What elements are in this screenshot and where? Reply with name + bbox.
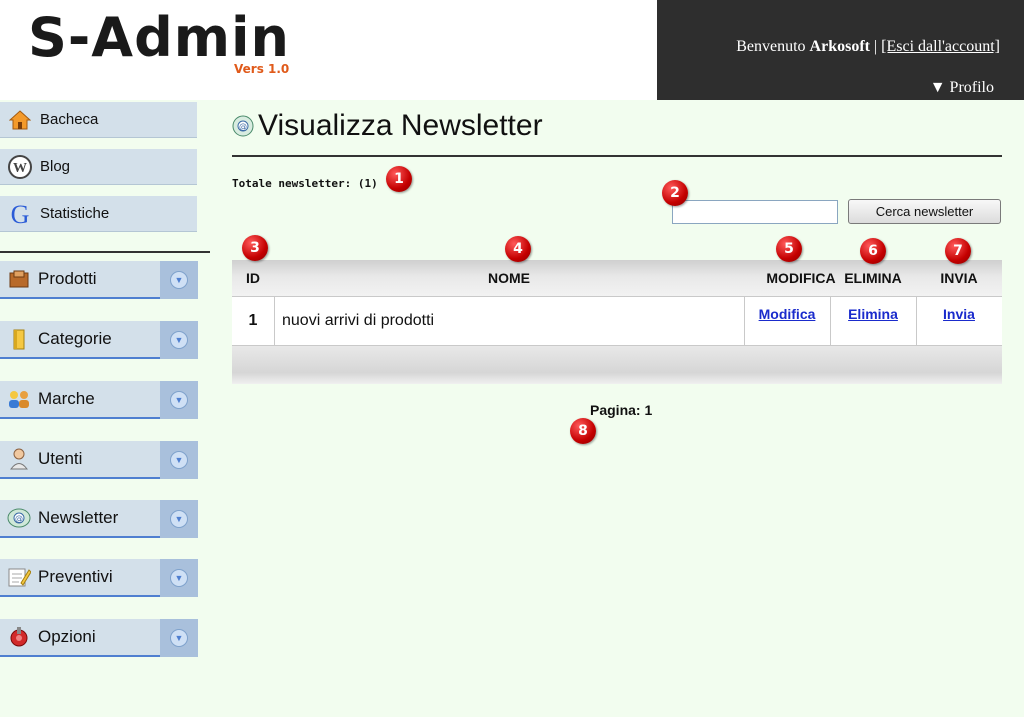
expand-toggle[interactable]: ▼: [160, 261, 198, 299]
page-title: @ Visualizza Newsletter: [232, 109, 543, 143]
sidebar-item-marche[interactable]: Marche ▼: [0, 381, 198, 419]
cell-modifica: Modifica: [744, 297, 830, 345]
sidebar-item-bar[interactable]: @ Newsletter: [0, 500, 165, 538]
options-icon: [0, 626, 38, 648]
cell-elimina: Elimina: [830, 297, 916, 345]
annotation-marker: 3: [242, 235, 268, 261]
svg-text:@: @: [15, 514, 23, 523]
cell-invia: Invia: [916, 297, 1002, 345]
annotation-marker: 5: [776, 236, 802, 262]
cell-divider: [274, 297, 275, 345]
logo-version: Vers 1.0: [234, 62, 290, 76]
total-count: Totale newsletter: (1): [232, 177, 378, 190]
sidebar-item-label: Preventivi: [38, 567, 113, 586]
sidebar-item-categorie[interactable]: Categorie ▼: [0, 321, 198, 359]
header: S-Admin Vers 1.0 Benvenuto Arkosoft | [E…: [0, 0, 1024, 100]
notepad-icon: [0, 566, 38, 588]
sidebar-divider: [0, 251, 210, 253]
sidebar-item-label: Prodotti: [38, 269, 97, 288]
folder-icon: [0, 328, 38, 350]
pagination: Pagina: 1: [590, 402, 653, 418]
user-icon: [0, 448, 38, 470]
sidebar-item-label: Newsletter: [38, 508, 119, 527]
sidebar-item-bar[interactable]: Marche: [0, 381, 165, 419]
title-divider: [232, 155, 1002, 157]
welcome-prefix: Benvenuto: [736, 38, 806, 55]
sidebar-item-opzioni[interactable]: Opzioni ▼: [0, 619, 198, 657]
table-row: 1 nuovi arrivi di prodotti Modifica Elim…: [232, 296, 1002, 346]
annotation-marker: 1: [386, 166, 412, 192]
cell-id: 1: [248, 312, 258, 329]
home-icon: [0, 109, 40, 130]
sidebar-item-statistiche[interactable]: G Statistiche: [0, 196, 197, 232]
wordpress-icon: W: [0, 154, 40, 179]
expand-toggle[interactable]: ▼: [160, 619, 198, 657]
svg-text:@: @: [239, 122, 247, 131]
sidebar-item-bar[interactable]: Categorie: [0, 321, 165, 359]
sidebar-item-label: Categorie: [38, 329, 112, 348]
username: Arkosoft: [809, 38, 870, 55]
sidebar-item-bacheca[interactable]: Bacheca: [0, 102, 197, 138]
welcome-message: Benvenuto Arkosoft | [Esci dall'account]: [736, 38, 1000, 56]
cell-nome: nuovi arrivi di prodotti: [282, 312, 435, 329]
chevron-down-icon: ▼: [170, 510, 188, 528]
annotation-marker: 7: [945, 238, 971, 264]
logout-link[interactable]: [Esci dall'account]: [881, 38, 1000, 55]
chevron-down-icon: ▼: [170, 391, 188, 409]
annotation-marker: 2: [662, 180, 688, 206]
svg-text:G: G: [11, 201, 30, 227]
users-icon: [0, 389, 38, 409]
sidebar-item-bar[interactable]: Preventivi: [0, 559, 165, 597]
expand-toggle[interactable]: ▼: [160, 500, 198, 538]
sidebar-item-label: Statistiche: [40, 205, 110, 222]
annotation-marker: 4: [505, 236, 531, 262]
expand-toggle[interactable]: ▼: [160, 441, 198, 479]
chevron-down-icon: ▼: [170, 331, 188, 349]
sidebar-item-prodotti[interactable]: Prodotti ▼: [0, 261, 198, 299]
chevron-down-icon: ▼: [170, 629, 188, 647]
column-header-invia[interactable]: INVIA: [916, 270, 1002, 286]
sidebar-item-label: Blog: [40, 158, 71, 175]
svg-text:W: W: [13, 161, 27, 176]
sidebar-item-label: Opzioni: [38, 627, 96, 646]
chevron-down-icon: ▼: [170, 271, 188, 289]
sidebar-item-bar[interactable]: Opzioni: [0, 619, 165, 657]
box-icon: [0, 269, 38, 289]
column-header-nome[interactable]: NOME: [274, 270, 744, 286]
delete-link[interactable]: Elimina: [848, 306, 898, 322]
sidebar-item-label: Marche: [38, 389, 95, 408]
send-link[interactable]: Invia: [943, 306, 975, 322]
column-header-id[interactable]: ID: [232, 270, 274, 286]
google-icon: G: [0, 201, 40, 227]
chevron-down-icon: ▼: [170, 569, 188, 587]
sidebar-item-utenti[interactable]: Utenti ▼: [0, 441, 198, 479]
annotation-marker: 6: [860, 238, 886, 264]
expand-toggle[interactable]: ▼: [160, 381, 198, 419]
sidebar-item-newsletter[interactable]: @ Newsletter ▼: [0, 500, 198, 538]
expand-toggle[interactable]: ▼: [160, 559, 198, 597]
logo[interactable]: S-Admin: [28, 8, 290, 68]
user-bar: Benvenuto Arkosoft | [Esci dall'account]…: [657, 0, 1024, 100]
search-input[interactable]: [672, 200, 838, 224]
table-header: ID NOME MODIFICA ELIMINA INVIA: [232, 260, 1002, 296]
column-header-elimina[interactable]: ELIMINA: [830, 270, 916, 286]
sidebar-item-bar[interactable]: Prodotti: [0, 261, 165, 299]
newsletter-icon: @: [232, 115, 254, 137]
table-footer: [232, 346, 1002, 384]
profile-menu[interactable]: ▼ Profilo: [930, 79, 994, 97]
sidebar-item-preventivi[interactable]: Preventivi ▼: [0, 559, 198, 597]
page-title-text: Visualizza Newsletter: [258, 109, 543, 142]
sidebar-item-label: Utenti: [38, 449, 83, 468]
search-button[interactable]: Cerca newsletter: [848, 199, 1001, 224]
sidebar-item-bar[interactable]: Utenti: [0, 441, 165, 479]
expand-toggle[interactable]: ▼: [160, 321, 198, 359]
sidebar-item-blog[interactable]: W Blog: [0, 149, 197, 185]
sidebar-item-label: Bacheca: [40, 111, 99, 128]
newsletter-icon: @: [0, 507, 38, 529]
edit-link[interactable]: Modifica: [759, 306, 816, 322]
annotation-marker: 8: [570, 418, 596, 444]
chevron-down-icon: ▼: [170, 451, 188, 469]
